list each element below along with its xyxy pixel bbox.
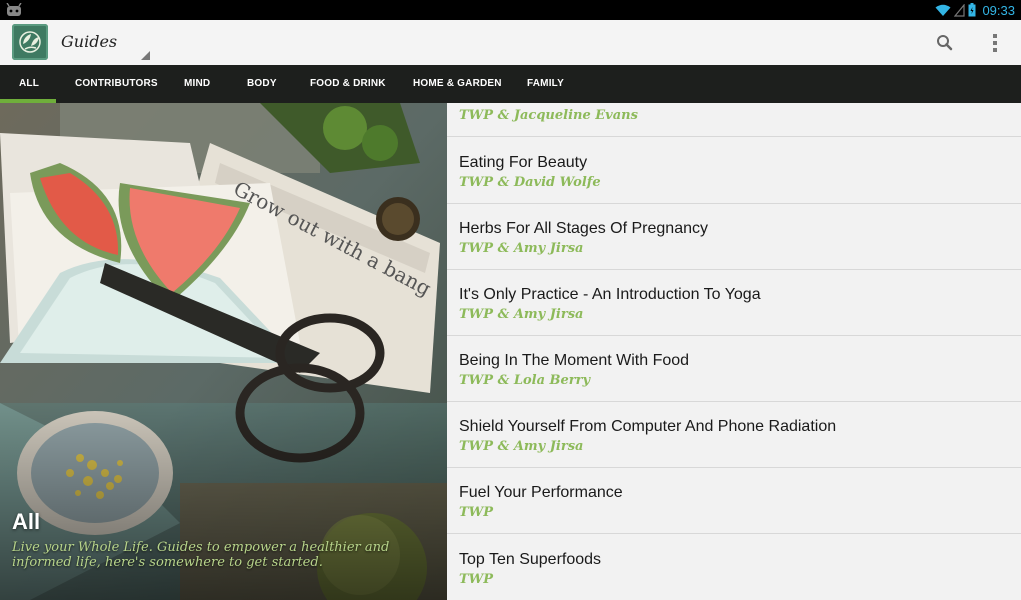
guide-title: Shield Yourself From Computer And Phone … (459, 418, 837, 435)
signal-icon (954, 3, 966, 17)
guide-author: TWP & Lola Berry (459, 373, 591, 388)
tab-food-drink[interactable]: FOOD & DRINK (310, 65, 386, 103)
wifi-icon (935, 4, 951, 16)
tab-family[interactable]: FAMILY (527, 65, 564, 103)
tab-contributors[interactable]: CONTRIBUTORS (75, 65, 158, 103)
list-item[interactable]: Being In The Moment With Food TWP & Lola… (447, 335, 1021, 402)
search-icon[interactable] (932, 30, 958, 56)
guide-title: Fuel Your Performance (459, 484, 623, 501)
category-tabs: ALL CONTRIBUTORS MIND BODY FOOD & DRINK … (0, 65, 1021, 103)
list-item[interactable]: Herbs For All Stages Of Pregnancy TWP & … (447, 203, 1021, 270)
guide-title: Eating For Beauty (459, 154, 588, 171)
tab-mind[interactable]: MIND (184, 65, 210, 103)
app-logo-icon[interactable] (12, 24, 48, 60)
guide-author: TWP & David Wolfe (459, 175, 601, 190)
list-item[interactable]: Fuel Your Performance TWP (447, 467, 1021, 534)
guide-author: TWP (459, 505, 494, 520)
list-item[interactable]: TWP & Jacqueline Evans (447, 103, 1021, 137)
guide-title: Herbs For All Stages Of Pregnancy (459, 220, 708, 237)
guide-author: TWP & Amy Jirsa (459, 439, 584, 454)
featured-hero-card[interactable]: Grow out with a bang All Live your Whole… (0, 103, 447, 600)
android-notification-icon (6, 3, 22, 16)
guide-author: TWP (459, 572, 494, 587)
hero-subtitle: Live your Whole Life. Guides to empower … (12, 540, 390, 570)
spinner-triangle-icon[interactable] (141, 51, 150, 60)
hero-photo: Grow out with a bang (0, 103, 447, 600)
list-item[interactable]: It's Only Practice - An Introduction To … (447, 269, 1021, 336)
status-bar: 09:33 (0, 0, 1021, 20)
guide-author: TWP & Jacqueline Evans (459, 108, 638, 123)
guide-title: Top Ten Superfoods (459, 551, 602, 568)
guide-author: TWP & Amy Jirsa (459, 241, 584, 256)
action-bar: Guides (0, 20, 1021, 66)
tab-home-garden[interactable]: HOME & GARDEN (413, 65, 502, 103)
guides-list[interactable]: TWP & Jacqueline Evans Eating For Beauty… (447, 103, 1021, 600)
navigation-spinner-title[interactable]: Guides (61, 32, 117, 51)
tab-all[interactable]: ALL (19, 65, 39, 103)
status-time: 09:33 (982, 2, 1015, 18)
guide-author: TWP & Amy Jirsa (459, 307, 584, 322)
battery-icon (968, 3, 976, 17)
guide-title: Being In The Moment With Food (459, 352, 690, 369)
tab-body[interactable]: BODY (247, 65, 277, 103)
list-item[interactable]: Top Ten Superfoods TWP (447, 534, 1021, 600)
list-item[interactable]: Eating For Beauty TWP & David Wolfe (447, 137, 1021, 204)
guide-title: It's Only Practice - An Introduction To … (459, 286, 761, 303)
hero-title: All (12, 509, 41, 534)
overflow-menu-icon[interactable] (986, 30, 1004, 56)
list-item[interactable]: Shield Yourself From Computer And Phone … (447, 401, 1021, 468)
